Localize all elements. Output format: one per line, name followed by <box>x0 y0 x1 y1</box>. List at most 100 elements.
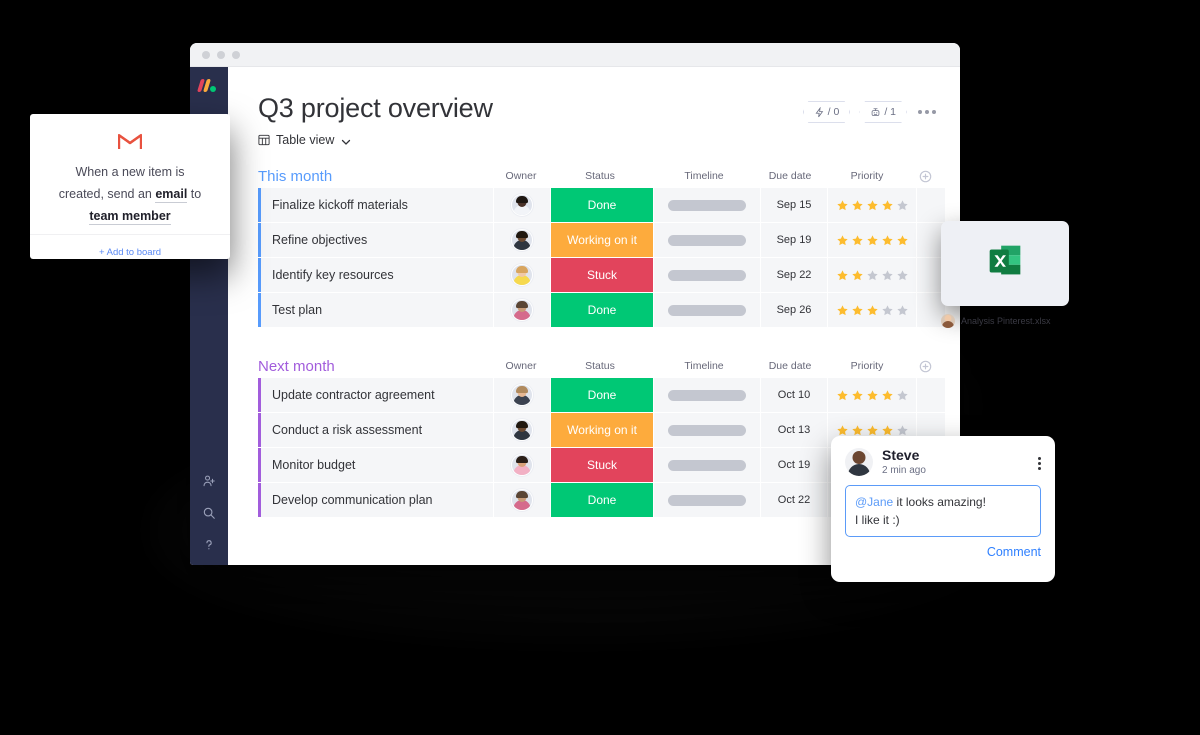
timeline-cell[interactable] <box>654 188 760 223</box>
automation-token-team-member[interactable]: team member <box>89 208 171 225</box>
status-badge[interactable]: Done <box>551 293 653 328</box>
timeline-cell[interactable] <box>654 258 760 293</box>
automations-badge[interactable]: / 1 <box>859 101 907 123</box>
owner-cell[interactable] <box>494 378 550 413</box>
column-header-due-date[interactable]: Due date <box>757 170 823 182</box>
due-date-cell[interactable]: Sep 15 <box>761 188 827 223</box>
due-date-cell[interactable]: Oct 19 <box>761 448 827 483</box>
timeline-bar <box>668 459 746 471</box>
traffic-light-minimize-icon[interactable] <box>217 50 225 59</box>
priority-cell[interactable] <box>828 378 916 413</box>
task-name[interactable]: Refine objectives <box>258 223 493 258</box>
add-person-icon[interactable] <box>201 473 217 489</box>
comment-submit-button[interactable]: Comment <box>845 545 1041 559</box>
kebab-menu-icon[interactable] <box>1038 455 1041 470</box>
owner-cell[interactable] <box>494 413 550 448</box>
activity-badge[interactable]: / 0 <box>802 101 851 123</box>
excel-filename: Analysis Pinterest.xlsx <box>961 316 1051 326</box>
owner-cell[interactable] <box>494 293 550 328</box>
timeline-cell[interactable] <box>654 223 760 258</box>
more-options-icon[interactable] <box>916 110 936 114</box>
owner-cell[interactable] <box>494 483 550 518</box>
automation-line-2-pre: created, send an <box>58 186 156 201</box>
timeline-cell[interactable] <box>654 483 760 518</box>
timeline-cell[interactable] <box>654 293 760 328</box>
task-name[interactable]: Finalize kickoff materials <box>258 188 493 223</box>
status-badge[interactable]: Working on it <box>551 223 653 258</box>
priority-cell[interactable] <box>828 188 916 223</box>
mention-token[interactable]: @Jane <box>855 495 893 509</box>
priority-cell[interactable] <box>828 293 916 328</box>
task-name[interactable]: Monitor budget <box>258 448 493 483</box>
group-title[interactable]: This month <box>258 168 493 185</box>
due-date-cell[interactable]: Sep 26 <box>761 293 827 328</box>
due-date-cell[interactable]: Sep 22 <box>761 258 827 293</box>
due-date-cell[interactable]: Oct 10 <box>761 378 827 413</box>
priority-cell[interactable] <box>828 223 916 258</box>
help-icon[interactable] <box>201 537 217 553</box>
timeline-cell[interactable] <box>654 413 760 448</box>
traffic-light-maximize-icon[interactable] <box>232 50 240 59</box>
row-spacer-cell <box>917 188 945 223</box>
status-badge[interactable]: Working on it <box>551 413 653 448</box>
group-title[interactable]: Next month <box>258 358 493 375</box>
monday-logo[interactable] <box>197 78 219 92</box>
add-column-button[interactable] <box>911 170 939 183</box>
owner-cell[interactable] <box>494 258 550 293</box>
table-row[interactable]: Identify key resources Stuck Sep 22 <box>258 258 945 293</box>
status-badge[interactable]: Done <box>551 378 653 413</box>
owner-cell[interactable] <box>494 223 550 258</box>
column-header-due-date[interactable]: Due date <box>757 360 823 372</box>
table-row[interactable]: Finalize kickoff materials Done Sep 15 <box>258 188 945 223</box>
star-rating <box>836 199 909 212</box>
column-header-priority[interactable]: Priority <box>823 170 911 182</box>
status-badge[interactable]: Done <box>551 483 653 518</box>
owner-cell[interactable] <box>494 448 550 483</box>
timeline-cell[interactable] <box>654 448 760 483</box>
task-name[interactable]: Test plan <box>258 293 493 328</box>
timeline-cell[interactable] <box>654 378 760 413</box>
column-header-timeline[interactable]: Timeline <box>651 360 757 372</box>
automation-recipe-card[interactable]: When a new item is created, send an emai… <box>30 114 230 259</box>
task-name[interactable]: Conduct a risk assessment <box>258 413 493 448</box>
column-header-owner[interactable]: Owner <box>493 170 549 182</box>
excel-preview-card[interactable] <box>941 221 1069 306</box>
due-date-cell[interactable]: Oct 13 <box>761 413 827 448</box>
status-badge[interactable]: Stuck <box>551 258 653 293</box>
window-titlebar <box>190 43 960 67</box>
add-to-board-button[interactable]: + Add to board <box>30 233 230 269</box>
owner-cell[interactable] <box>494 188 550 223</box>
status-badge[interactable]: Done <box>551 188 653 223</box>
task-name[interactable]: Update contractor agreement <box>258 378 493 413</box>
more-dot-3 <box>932 110 936 114</box>
timeline-bar <box>668 494 746 506</box>
table-row[interactable]: Test plan Done Sep 26 <box>258 293 945 328</box>
task-name[interactable]: Develop communication plan <box>258 483 493 518</box>
timeline-bar <box>668 269 746 281</box>
column-header-timeline[interactable]: Timeline <box>651 170 757 182</box>
priority-cell[interactable] <box>828 258 916 293</box>
avatar <box>511 489 533 512</box>
comment-input[interactable]: @Jane it looks amazing! I like it :) <box>845 485 1041 538</box>
table-row[interactable]: Refine objectives Working on it Sep 19 <box>258 223 945 258</box>
more-dot-1 <box>918 110 922 114</box>
column-header-priority[interactable]: Priority <box>823 360 911 372</box>
column-header-owner[interactable]: Owner <box>493 360 549 372</box>
add-column-button[interactable] <box>911 360 939 373</box>
automation-token-email[interactable]: email <box>155 186 188 203</box>
status-badge[interactable]: Stuck <box>551 448 653 483</box>
traffic-light-close-icon[interactable] <box>202 50 210 59</box>
automations-badge-label: / 1 <box>884 106 896 118</box>
search-icon[interactable] <box>201 505 217 521</box>
due-date-cell[interactable]: Oct 22 <box>761 483 827 518</box>
task-name[interactable]: Identify key resources <box>258 258 493 293</box>
view-switcher[interactable]: Table view <box>258 133 803 147</box>
table-row[interactable]: Update contractor agreement Done Oct 10 <box>258 378 945 413</box>
column-header-status[interactable]: Status <box>549 360 651 372</box>
excel-file-row[interactable]: Analysis Pinterest.xlsx <box>941 312 1091 330</box>
star-rating <box>836 304 909 317</box>
star-rating <box>836 424 909 437</box>
due-date-cell[interactable]: Sep 19 <box>761 223 827 258</box>
star-rating <box>836 234 909 247</box>
column-header-status[interactable]: Status <box>549 170 651 182</box>
